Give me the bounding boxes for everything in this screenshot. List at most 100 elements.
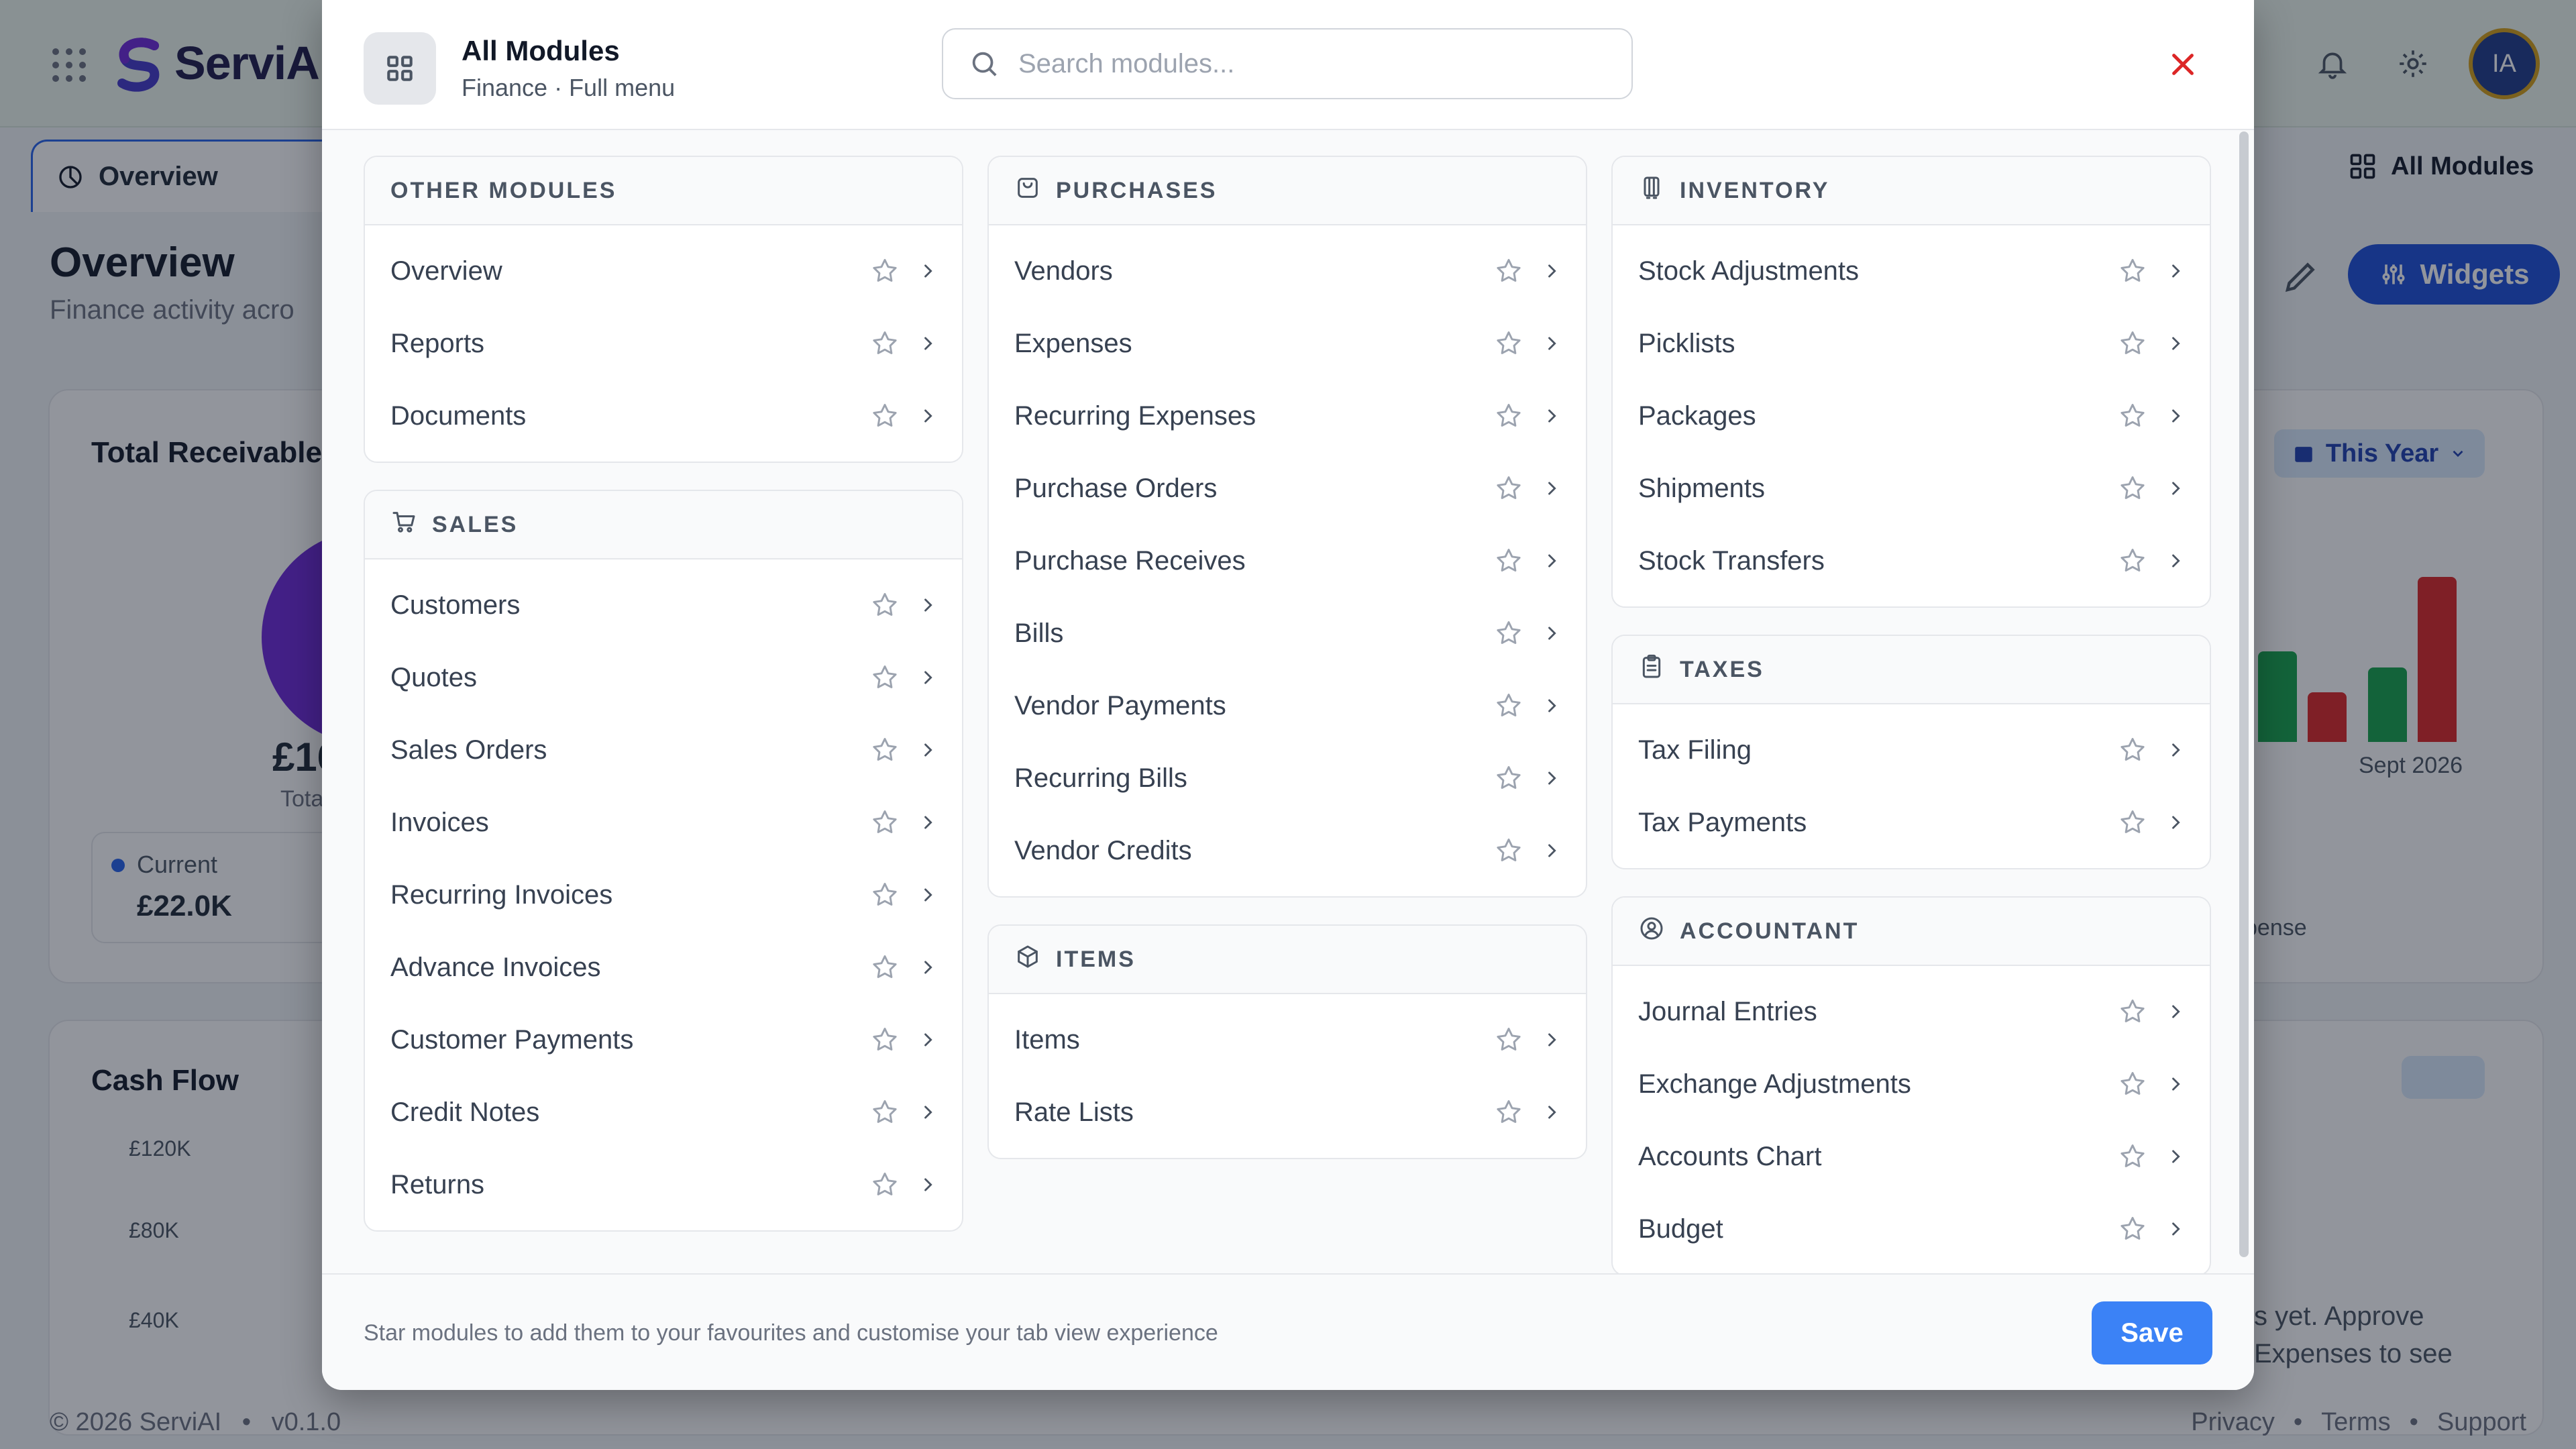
star-icon[interactable] [868,254,902,288]
module-item-documents[interactable]: Documents [365,380,962,452]
section-items: Stock Adjustments Picklists Packages Shipme… [1613,225,2210,606]
chevron-right-icon [918,885,938,905]
chevron-right-icon [2165,1074,2186,1094]
star-icon[interactable] [1492,399,1525,433]
module-item-purchase-orders[interactable]: Purchase Orders [989,452,1586,525]
module-item-recurring-bills[interactable]: Recurring Bills [989,742,1586,814]
star-icon[interactable] [1492,616,1525,650]
star-icon[interactable] [868,1023,902,1057]
star-icon[interactable] [868,733,902,767]
star-icon[interactable] [1492,689,1525,722]
module-item-budget[interactable]: Budget [1613,1193,2210,1265]
star-icon[interactable] [868,588,902,622]
section-sales: SALES Customers Quotes Sales Orders Invoices… [364,490,963,1232]
module-item-label: Overview [390,256,502,286]
module-item-label: Bills [1014,618,1064,648]
star-icon[interactable] [1492,254,1525,288]
module-item-invoices[interactable]: Invoices [365,786,962,859]
star-icon[interactable] [2116,1140,2149,1173]
module-item-customers[interactable]: Customers [365,569,962,641]
module-item-accounts-chart[interactable]: Accounts Chart [1613,1120,2210,1193]
star-icon[interactable] [1492,472,1525,505]
module-item-customer-payments[interactable]: Customer Payments [365,1004,962,1076]
section-title: ACCOUNTANT [1680,918,1860,944]
module-item-items[interactable]: Items [989,1004,1586,1076]
star-icon[interactable] [868,806,902,839]
star-icon[interactable] [1492,761,1525,795]
module-item-rate-lists[interactable]: Rate Lists [989,1076,1586,1148]
module-item-reports[interactable]: Reports [365,307,962,380]
module-item-vendors[interactable]: Vendors [989,235,1586,307]
chevron-right-icon [2165,261,2186,281]
module-item-label: Recurring Invoices [390,879,613,910]
module-item-quotes[interactable]: Quotes [365,641,962,714]
star-icon[interactable] [868,1168,902,1201]
section-title: INVENTORY [1680,177,1830,203]
section-header: SALES [365,491,962,559]
module-item-recurring-expenses[interactable]: Recurring Expenses [989,380,1586,452]
module-item-overview[interactable]: Overview [365,235,962,307]
module-item-label: Recurring Bills [1014,763,1187,793]
module-item-picklists[interactable]: Picklists [1613,307,2210,380]
module-item-label: Rate Lists [1014,1097,1134,1127]
star-icon[interactable] [2116,544,2149,578]
chevron-right-icon [918,1030,938,1050]
star-icon[interactable] [868,327,902,360]
close-button[interactable] [2163,44,2203,85]
star-icon[interactable] [2116,1212,2149,1246]
star-icon[interactable] [868,951,902,984]
module-item-advance-invoices[interactable]: Advance Invoices [365,931,962,1004]
module-item-shipments[interactable]: Shipments [1613,452,2210,525]
module-item-packages[interactable]: Packages [1613,380,2210,452]
section-title: SALES [432,511,519,537]
star-icon[interactable] [2116,1067,2149,1101]
star-icon[interactable] [1492,1095,1525,1129]
module-search[interactable] [942,28,1633,99]
module-item-purchase-receives[interactable]: Purchase Receives [989,525,1586,597]
chevron-right-icon [1542,1102,1562,1122]
star-icon[interactable] [1492,834,1525,867]
module-item-tax-filing[interactable]: Tax Filing [1613,714,2210,786]
module-item-label: Invoices [390,807,489,837]
section-items: Overview Reports Documents [365,225,962,462]
modal-scrollbar[interactable] [2239,131,2249,1257]
module-item-stock-transfers[interactable]: Stock Transfers [1613,525,2210,597]
star-icon[interactable] [2116,254,2149,288]
module-item-exchange-adjustments[interactable]: Exchange Adjustments [1613,1048,2210,1120]
star-icon[interactable] [1492,544,1525,578]
star-icon[interactable] [1492,1023,1525,1057]
star-icon[interactable] [2116,327,2149,360]
star-icon[interactable] [2116,995,2149,1028]
module-item-expenses[interactable]: Expenses [989,307,1586,380]
star-icon[interactable] [2116,806,2149,839]
chevron-right-icon [918,595,938,615]
cart-icon [390,508,417,541]
chevron-right-icon [2165,406,2186,426]
module-item-label: Reports [390,328,485,358]
module-item-vendor-payments[interactable]: Vendor Payments [989,669,1586,742]
close-icon [2172,54,2194,75]
chevron-right-icon [2165,551,2186,571]
modal-footer: Star modules to add them to your favouri… [322,1273,2254,1390]
search-input[interactable] [1018,48,1595,79]
star-icon[interactable] [868,878,902,912]
module-item-stock-adjustments[interactable]: Stock Adjustments [1613,235,2210,307]
module-item-returns[interactable]: Returns [365,1148,962,1221]
star-icon[interactable] [2116,472,2149,505]
save-button[interactable]: Save [2092,1301,2212,1364]
user-circle-icon [1638,915,1665,948]
module-item-vendor-credits[interactable]: Vendor Credits [989,814,1586,887]
footer-note: Star modules to add them to your favouri… [364,1320,1218,1346]
star-icon[interactable] [2116,399,2149,433]
star-icon[interactable] [1492,327,1525,360]
module-item-recurring-invoices[interactable]: Recurring Invoices [365,859,962,931]
star-icon[interactable] [868,399,902,433]
module-item-credit-notes[interactable]: Credit Notes [365,1076,962,1148]
module-item-sales-orders[interactable]: Sales Orders [365,714,962,786]
module-item-journal-entries[interactable]: Journal Entries [1613,975,2210,1048]
module-item-tax-payments[interactable]: Tax Payments [1613,786,2210,859]
module-item-bills[interactable]: Bills [989,597,1586,669]
star-icon[interactable] [2116,733,2149,767]
star-icon[interactable] [868,661,902,694]
star-icon[interactable] [868,1095,902,1129]
